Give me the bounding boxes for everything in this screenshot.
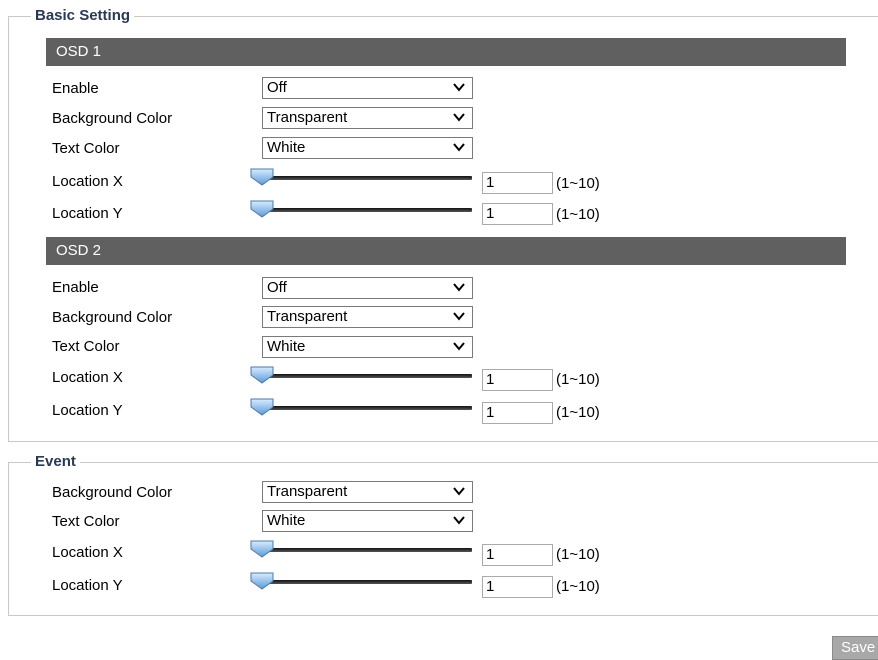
event-text-color-select[interactable]: White: [262, 510, 473, 532]
osd1-location-y-input[interactable]: 1: [482, 203, 553, 225]
osd2-background-label: Background Color: [52, 309, 173, 326]
event-background-value: Transparent: [267, 483, 348, 500]
osd2-enable-value: Off: [267, 279, 287, 296]
osd1-text-color-label: Text Color: [52, 140, 120, 157]
osd1-location-y-slider[interactable]: [250, 200, 472, 222]
slider-track: [260, 548, 472, 552]
event-location-y-range: (1~10): [556, 578, 600, 595]
event-location-x-slider[interactable]: [250, 540, 472, 562]
osd2-location-y-range: (1~10): [556, 404, 600, 421]
osd1-background-value: Transparent: [267, 109, 348, 126]
slider-track: [260, 208, 472, 212]
slider-thumb-icon[interactable]: [250, 572, 274, 590]
osd2-location-x-slider[interactable]: [250, 366, 472, 388]
osd1-header: OSD 1: [46, 38, 846, 66]
osd2-location-x-range: (1~10): [556, 371, 600, 388]
osd2-background-value: Transparent: [267, 308, 348, 325]
event-text-color-label: Text Color: [52, 513, 120, 530]
event-background-select[interactable]: Transparent: [262, 481, 473, 503]
event-text-color-value: White: [267, 512, 306, 529]
osd2-location-y-slider[interactable]: [250, 398, 472, 420]
osd1-text-color-select[interactable]: White: [262, 137, 473, 159]
slider-thumb-icon[interactable]: [250, 540, 274, 558]
event-location-x-input[interactable]: 1: [482, 544, 553, 566]
osd2-header: OSD 2: [46, 237, 846, 265]
osd1-text-color-value: White: [267, 139, 306, 156]
osd1-enable-label: Enable: [52, 80, 99, 97]
osd1-location-x-slider[interactable]: [250, 168, 472, 190]
osd2-location-x-label: Location X: [52, 369, 123, 386]
osd2-enable-select[interactable]: Off: [262, 277, 473, 299]
event-location-y-input[interactable]: 1: [482, 576, 553, 598]
chevron-down-icon: [453, 283, 465, 292]
osd2-text-color-value: White: [267, 338, 306, 355]
event-location-y-label: Location Y: [52, 577, 123, 594]
osd2-text-color-select[interactable]: White: [262, 336, 473, 358]
osd2-text-color-label: Text Color: [52, 338, 120, 355]
event-location-x-label: Location X: [52, 544, 123, 561]
osd2-enable-label: Enable: [52, 279, 99, 296]
slider-thumb-icon[interactable]: [250, 168, 274, 186]
event-legend: Event: [31, 453, 80, 471]
osd1-location-x-label: Location X: [52, 173, 123, 190]
save-button[interactable]: Save: [832, 636, 878, 660]
slider-track: [260, 406, 472, 410]
event-location-y-slider[interactable]: [250, 572, 472, 594]
slider-thumb-icon[interactable]: [250, 366, 274, 384]
slider-track: [260, 176, 472, 180]
chevron-down-icon: [453, 143, 465, 152]
event-background-label: Background Color: [52, 484, 173, 501]
chevron-down-icon: [453, 516, 465, 525]
chevron-down-icon: [453, 312, 465, 321]
osd1-background-select[interactable]: Transparent: [262, 107, 473, 129]
osd1-location-x-range: (1~10): [556, 175, 600, 192]
chevron-down-icon: [453, 342, 465, 351]
event-location-x-range: (1~10): [556, 546, 600, 563]
osd1-location-y-range: (1~10): [556, 206, 600, 223]
osd1-location-y-label: Location Y: [52, 205, 123, 222]
osd1-enable-value: Off: [267, 79, 287, 96]
slider-thumb-icon[interactable]: [250, 200, 274, 218]
osd2-background-select[interactable]: Transparent: [262, 306, 473, 328]
chevron-down-icon: [453, 83, 465, 92]
osd2-location-y-label: Location Y: [52, 402, 123, 419]
osd2-location-y-input[interactable]: 1: [482, 402, 553, 424]
osd1-background-label: Background Color: [52, 110, 173, 127]
chevron-down-icon: [453, 113, 465, 122]
slider-thumb-icon[interactable]: [250, 398, 274, 416]
slider-track: [260, 374, 472, 378]
chevron-down-icon: [453, 487, 465, 496]
osd1-enable-select[interactable]: Off: [262, 77, 473, 99]
osd1-location-x-input[interactable]: 1: [482, 172, 553, 194]
basic-setting-legend: Basic Setting: [31, 7, 135, 25]
osd2-location-x-input[interactable]: 1: [482, 369, 553, 391]
slider-track: [260, 580, 472, 584]
